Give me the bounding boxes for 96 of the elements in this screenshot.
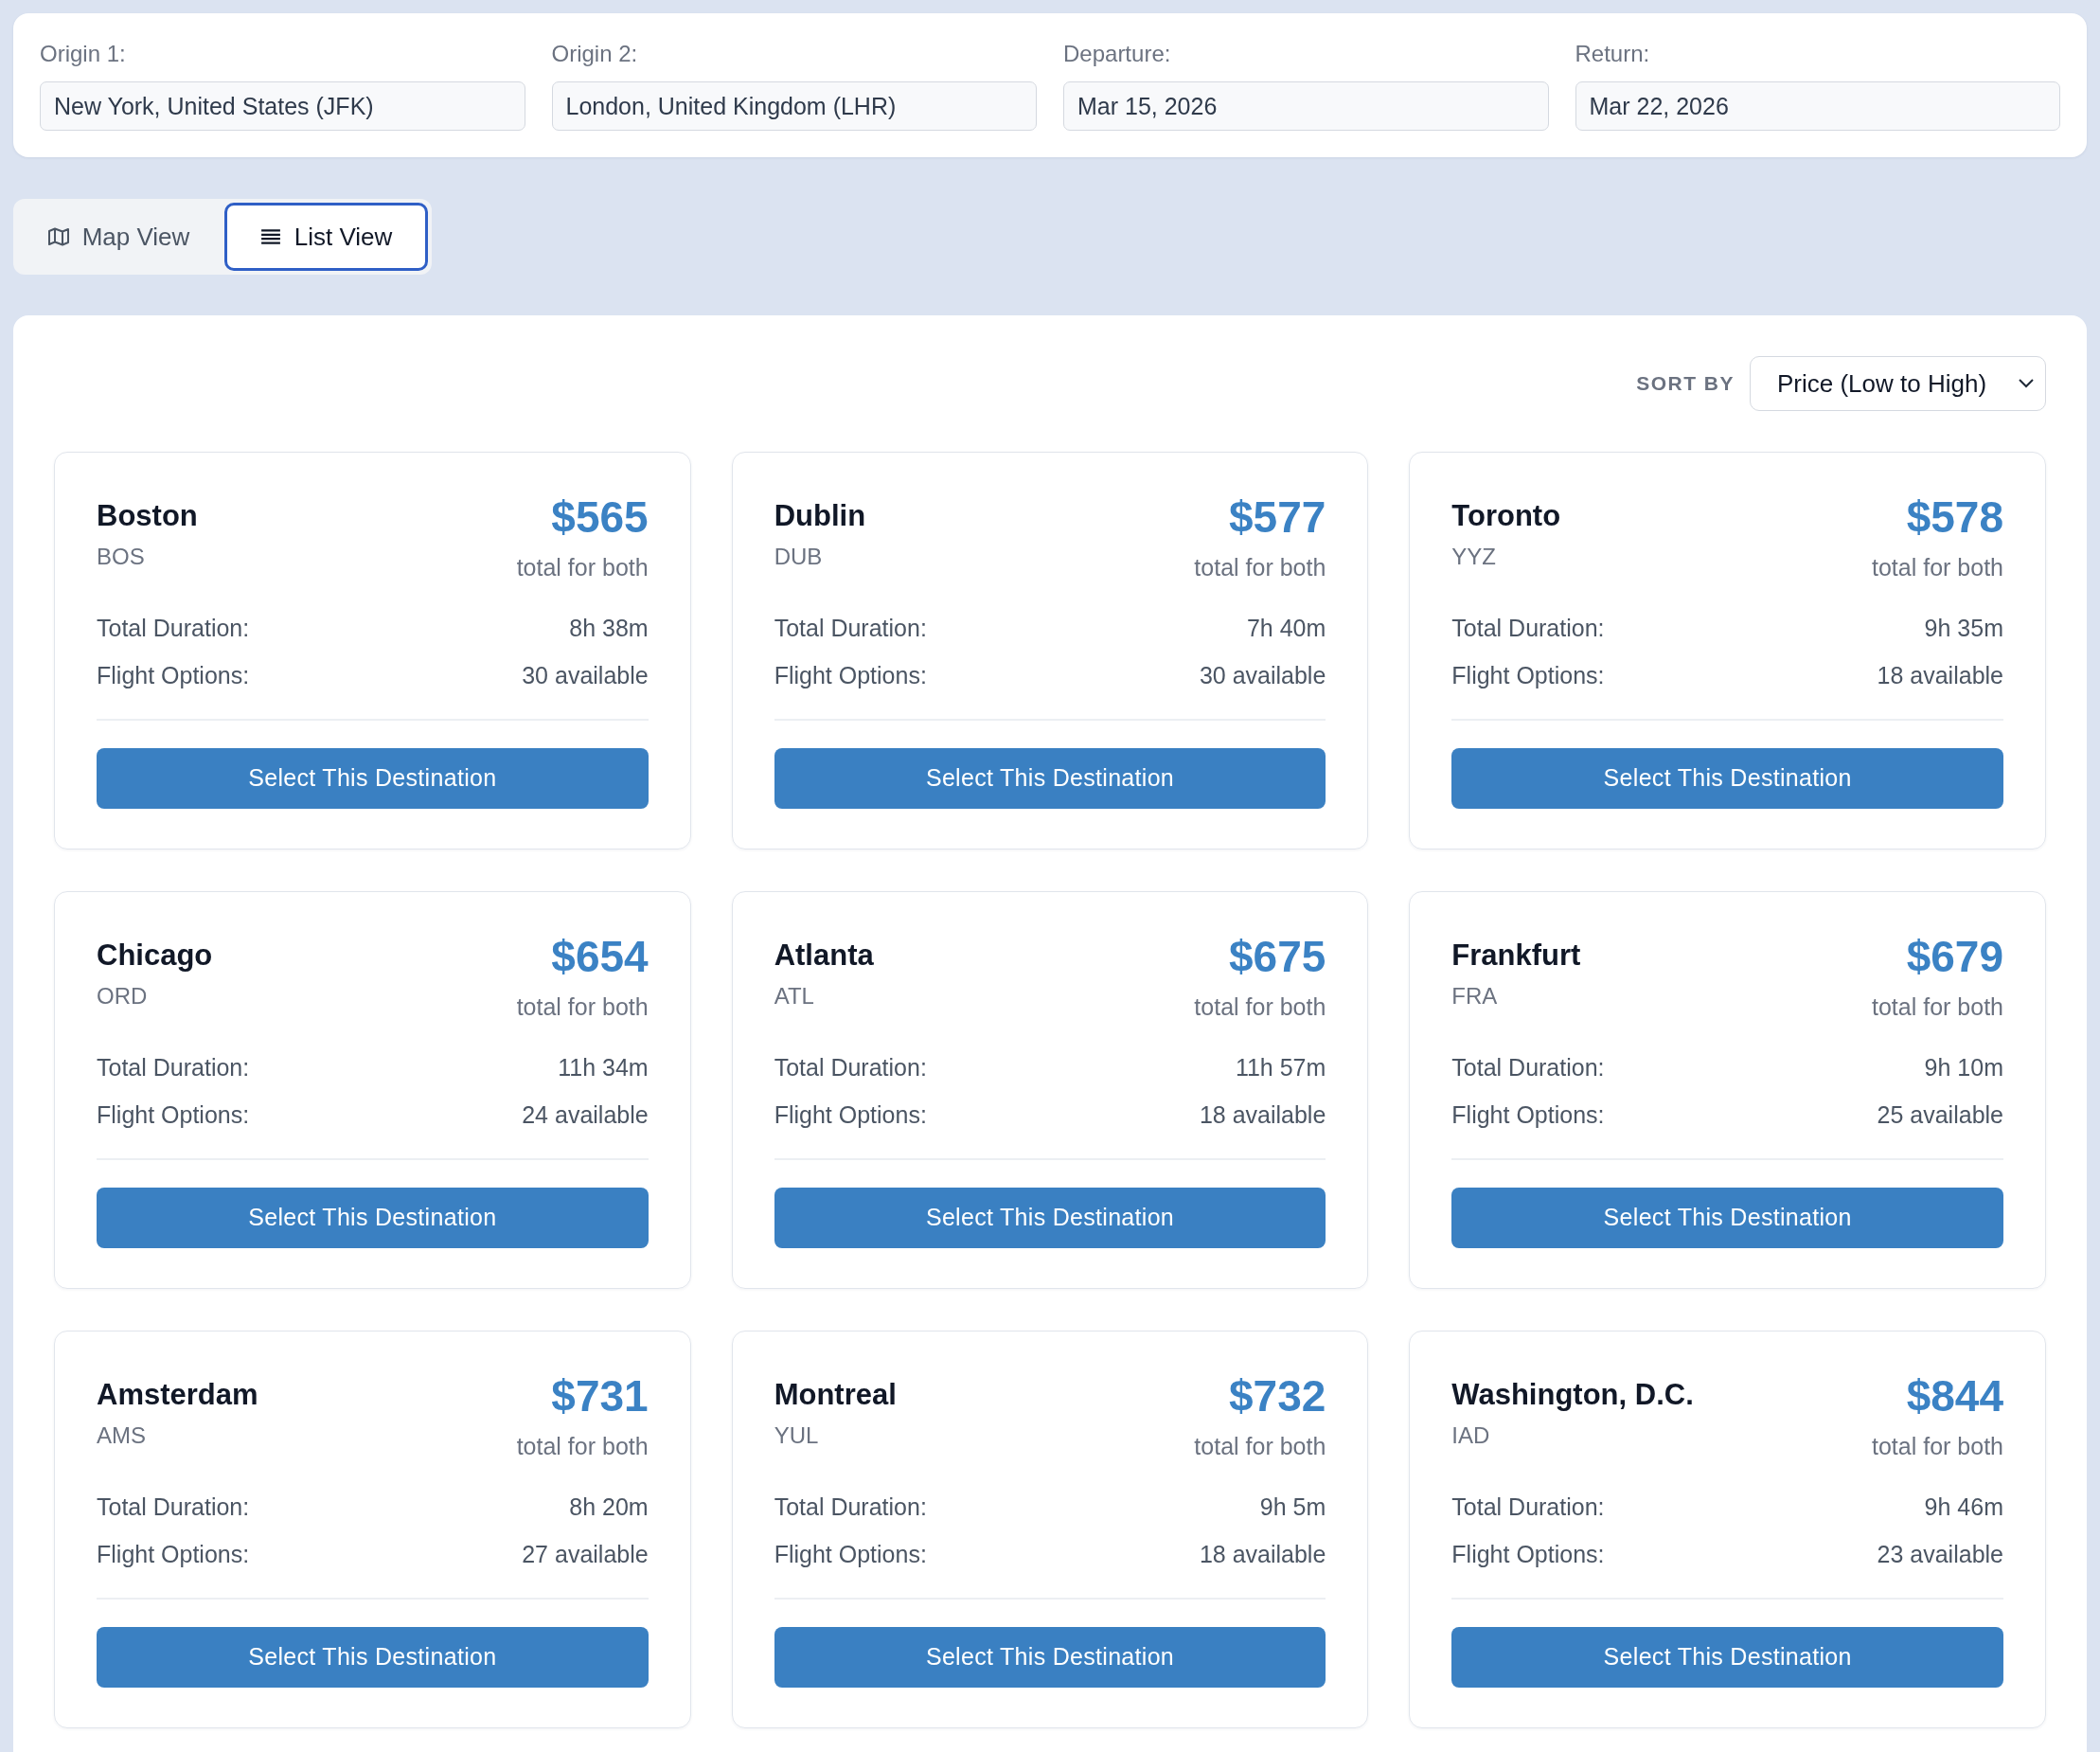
list-icon bbox=[259, 227, 281, 246]
input-field[interactable]: Mar 15, 2026 bbox=[1063, 81, 1549, 131]
sort-dropdown[interactable]: Price (Low to High) bbox=[1750, 356, 2046, 411]
price-note: total for both bbox=[1872, 1432, 2003, 1460]
detail-label: Total Duration: bbox=[774, 1493, 927, 1521]
airport-code: YUL bbox=[774, 1421, 819, 1450]
detail-value: 9h 35m bbox=[1924, 614, 2003, 642]
detail-label: Total Duration: bbox=[97, 1053, 250, 1082]
select-destination-button[interactable]: Select This Destination bbox=[1451, 1626, 2003, 1688]
chevron-down-icon bbox=[2019, 379, 2034, 388]
detail-label: Flight Options: bbox=[1451, 661, 1605, 689]
sort-label: SORT BY bbox=[1636, 372, 1735, 395]
detail-value: 9h 10m bbox=[1924, 1053, 2003, 1082]
select-destination-button[interactable]: Select This Destination bbox=[774, 747, 1326, 809]
detail-value: 25 available bbox=[1877, 1100, 2003, 1129]
select-destination-button[interactable]: Select This Destination bbox=[1451, 747, 2003, 809]
detail-value: 9h 46m bbox=[1924, 1493, 2003, 1521]
airport-code: AMS bbox=[97, 1421, 146, 1450]
view-tab[interactable]: List View bbox=[224, 203, 428, 271]
field-label: Return: bbox=[1575, 40, 1650, 68]
detail-value: 27 available bbox=[522, 1540, 649, 1568]
detail-value: 30 available bbox=[1199, 661, 1326, 689]
city-name: Amsterdam bbox=[97, 1377, 258, 1413]
airport-code: BOS bbox=[97, 543, 145, 571]
detail-value: 11h 57m bbox=[1235, 1053, 1326, 1082]
price-note: total for both bbox=[1194, 1432, 1326, 1460]
input-field[interactable]: New York, United States (JFK) bbox=[40, 81, 525, 131]
select-destination-button[interactable]: Select This Destination bbox=[774, 1187, 1326, 1248]
city-name: Toronto bbox=[1451, 498, 1561, 534]
airport-code: ATL bbox=[774, 982, 814, 1010]
city-name: Atlanta bbox=[774, 938, 874, 974]
price: $675 bbox=[1229, 931, 1326, 983]
detail-value: 8h 38m bbox=[569, 614, 649, 642]
detail-label: Total Duration: bbox=[774, 1053, 927, 1082]
detail-label: Flight Options: bbox=[1451, 1540, 1605, 1568]
detail-value: 18 available bbox=[1199, 1540, 1326, 1568]
airport-code: YYZ bbox=[1451, 543, 1496, 571]
price-note: total for both bbox=[516, 553, 649, 581]
detail-label: Total Duration: bbox=[97, 1493, 250, 1521]
select-destination-button[interactable]: Select This Destination bbox=[774, 1626, 1326, 1688]
price-note: total for both bbox=[516, 1432, 649, 1460]
price: $679 bbox=[1906, 931, 2003, 983]
field-label: Origin 2: bbox=[551, 40, 638, 68]
detail-value: 9h 5m bbox=[1259, 1493, 1326, 1521]
detail-value: 11h 34m bbox=[558, 1053, 649, 1082]
detail-label: Flight Options: bbox=[774, 661, 927, 689]
detail-label: Total Duration: bbox=[1451, 1053, 1605, 1082]
field-label: Origin 1: bbox=[40, 40, 126, 68]
detail-label: Total Duration: bbox=[774, 614, 927, 642]
detail-label: Flight Options: bbox=[97, 1540, 250, 1568]
input-field[interactable]: London, United Kingdom (LHR) bbox=[551, 81, 1037, 131]
detail-value: 18 available bbox=[1877, 661, 2003, 689]
detail-label: Flight Options: bbox=[774, 1100, 927, 1129]
price-note: total for both bbox=[516, 992, 649, 1021]
detail-value: 8h 20m bbox=[569, 1493, 649, 1521]
detail-label: Total Duration: bbox=[1451, 614, 1605, 642]
detail-value: 18 available bbox=[1199, 1100, 1326, 1129]
detail-label: Total Duration: bbox=[1451, 1493, 1605, 1521]
price: $732 bbox=[1229, 1370, 1326, 1422]
detail-value: 23 available bbox=[1877, 1540, 2003, 1568]
detail-value: 24 available bbox=[522, 1100, 649, 1129]
price: $731 bbox=[551, 1370, 649, 1422]
price: $654 bbox=[551, 931, 649, 983]
map-icon bbox=[47, 227, 69, 246]
detail-label: Flight Options: bbox=[97, 1100, 250, 1129]
detail-label: Flight Options: bbox=[1451, 1100, 1605, 1129]
airport-code: DUB bbox=[774, 543, 823, 571]
city-name: Washington, D.C. bbox=[1451, 1377, 1694, 1413]
price-note: total for both bbox=[1194, 992, 1326, 1021]
price: $565 bbox=[551, 492, 649, 544]
airport-code: ORD bbox=[97, 982, 148, 1010]
field-label: Departure: bbox=[1063, 40, 1171, 68]
select-destination-button[interactable]: Select This Destination bbox=[97, 1187, 649, 1248]
detail-label: Total Duration: bbox=[97, 614, 250, 642]
city-name: Frankfurt bbox=[1451, 938, 1581, 974]
input-field[interactable]: Mar 22, 2026 bbox=[1575, 81, 2060, 131]
city-name: Montreal bbox=[774, 1377, 897, 1413]
price: $578 bbox=[1906, 492, 2003, 544]
detail-value: 30 available bbox=[522, 661, 649, 689]
city-name: Chicago bbox=[97, 938, 213, 974]
airport-code: FRA bbox=[1451, 982, 1498, 1010]
price: $844 bbox=[1906, 1370, 2003, 1422]
price-note: total for both bbox=[1872, 553, 2003, 581]
select-destination-button[interactable]: Select This Destination bbox=[97, 1626, 649, 1688]
airport-code: IAD bbox=[1451, 1421, 1490, 1450]
price-note: total for both bbox=[1194, 553, 1326, 581]
detail-label: Flight Options: bbox=[97, 661, 250, 689]
price-note: total for both bbox=[1872, 992, 2003, 1021]
select-destination-button[interactable]: Select This Destination bbox=[1451, 1187, 2003, 1248]
detail-label: Flight Options: bbox=[774, 1540, 927, 1568]
price: $577 bbox=[1229, 492, 1326, 544]
detail-value: 7h 40m bbox=[1246, 614, 1326, 642]
view-tab[interactable]: Map View bbox=[17, 203, 221, 271]
city-name: Dublin bbox=[774, 498, 866, 534]
select-destination-button[interactable]: Select This Destination bbox=[97, 747, 649, 809]
city-name: Boston bbox=[97, 498, 198, 534]
